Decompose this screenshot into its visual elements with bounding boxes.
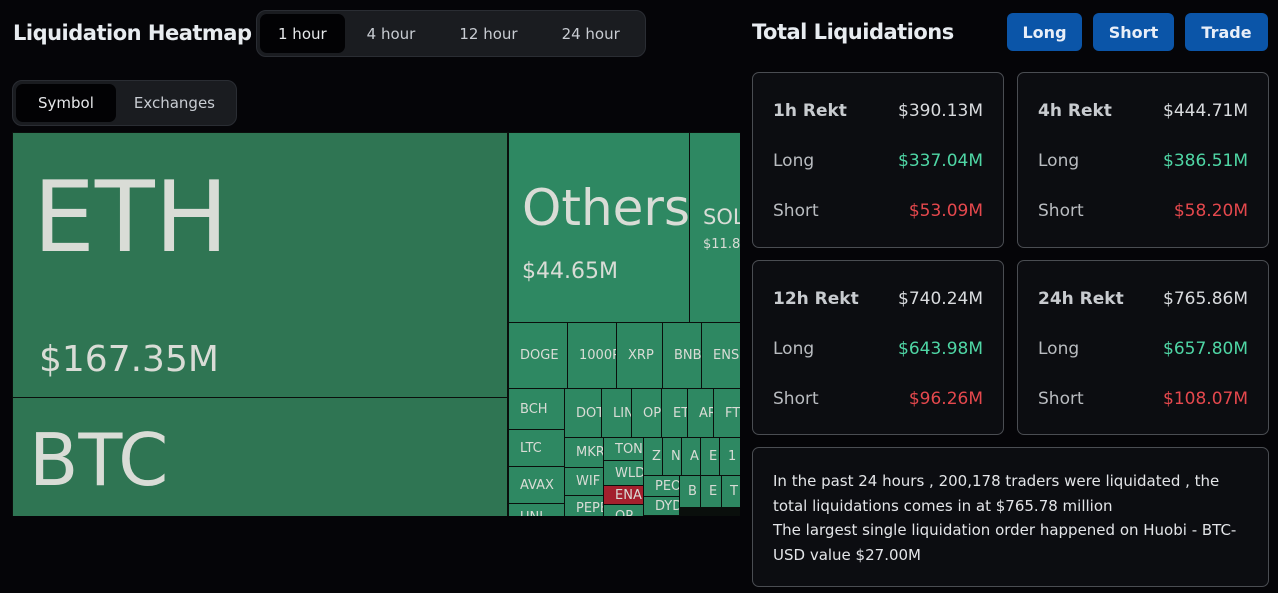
long-label: Long [1038, 339, 1080, 359]
short-label: Short [1038, 201, 1084, 221]
tile-eth[interactable]: ETH $167.35M [12, 132, 508, 398]
tab-24-hour[interactable]: 24 hour [540, 14, 642, 53]
long-value: $643.98M [898, 339, 983, 359]
long-value: $337.04M [898, 151, 983, 171]
short-value: $108.07M [1163, 389, 1248, 409]
tab-4-hour[interactable]: 4 hour [345, 14, 438, 53]
short-value: $96.26M [908, 389, 983, 409]
tile-doge[interactable]: DOGE [508, 322, 568, 389]
total-liquidations-title: Total Liquidations [752, 20, 954, 44]
summary-text-24h: In the past 24 hours , 200,178 traders w… [773, 472, 1220, 515]
long-value: $657.80M [1163, 339, 1248, 359]
tile-btc[interactable]: BTC [12, 397, 508, 516]
tile-op-2[interactable]: OP [603, 504, 644, 516]
tile-bnb[interactable]: BNB [662, 322, 702, 389]
tile-ena[interactable]: ENA [603, 485, 644, 505]
tile-n[interactable]: N [662, 437, 682, 476]
short-label: Short [773, 389, 819, 409]
short-label: Short [773, 201, 819, 221]
tile-ftm[interactable]: FTM [713, 388, 740, 438]
tab-12-hour[interactable]: 12 hour [437, 14, 539, 53]
rekt-card-12h: 12h Rekt $740.24M Long $643.98M Short $96.2… [752, 260, 1004, 435]
rekt-card-1h: 1h Rekt $390.13M Long $337.04M Short $53.09… [752, 72, 1004, 248]
tile-xrp[interactable]: XRP [616, 322, 663, 389]
tab-exchanges[interactable]: Exchanges [116, 84, 233, 122]
tile-wif[interactable]: WIF [564, 467, 604, 496]
tile-mkr[interactable]: MKR [564, 437, 604, 468]
tile-label: BTC [29, 418, 169, 502]
tile-op[interactable]: OP [631, 388, 662, 438]
tile-e-2[interactable]: E [700, 475, 722, 508]
rekt-card-4h: 4h Rekt $444.71M Long $386.51M Short $58.20… [1017, 72, 1269, 248]
tile-wld[interactable]: WLD [603, 460, 644, 486]
card-label: 12h Rekt [773, 289, 859, 309]
tile-link[interactable]: LINK [601, 388, 632, 438]
liquidation-summary: In the past 24 hours , 200,178 traders w… [752, 447, 1269, 587]
long-label: Long [773, 339, 815, 359]
tile-label: ETH [33, 161, 229, 275]
tile-value: $44.65M [522, 259, 618, 284]
tile-t[interactable]: T [721, 475, 740, 508]
card-total: $765.86M [1163, 289, 1248, 309]
tile-dot[interactable]: DOT [564, 388, 602, 438]
tile-value: $11.8 [703, 237, 740, 252]
tile-pepe[interactable]: PEPE [564, 495, 604, 516]
tile-others[interactable]: Others $44.65M [508, 132, 690, 323]
tile-ens[interactable]: ENS [701, 322, 740, 389]
tile-ton[interactable]: TON [603, 437, 644, 461]
tile-ltc[interactable]: LTC [508, 429, 565, 467]
long-value: $386.51M [1163, 151, 1248, 171]
tile-avax[interactable]: AVAX [508, 466, 565, 504]
long-button[interactable]: Long [1007, 13, 1082, 51]
tile-people[interactable]: PEO [643, 475, 680, 497]
short-button[interactable]: Short [1093, 13, 1174, 51]
card-label: 4h Rekt [1038, 101, 1112, 121]
tile-1[interactable]: 1 [719, 437, 740, 476]
card-label: 1h Rekt [773, 101, 847, 121]
short-label: Short [1038, 389, 1084, 409]
trade-button[interactable]: Trade [1185, 13, 1268, 51]
tile-label: Others [522, 179, 690, 237]
tile-uni[interactable]: UNI [508, 503, 565, 516]
tile-dydx[interactable]: DYD [643, 496, 680, 516]
tile-a[interactable]: A [681, 437, 701, 476]
card-total: $444.71M [1163, 101, 1248, 121]
tab-1-hour[interactable]: 1 hour [260, 14, 345, 53]
liquidation-treemap: ETH $167.35M BTC Others $44.65M SOL $11.… [12, 132, 740, 516]
summary-largest-order: The largest single liquidation order hap… [773, 521, 1237, 564]
card-total: $740.24M [898, 289, 983, 309]
tile-etc[interactable]: ETC [661, 388, 688, 438]
rekt-card-24h: 24h Rekt $765.86M Long $657.80M Short $108.… [1017, 260, 1269, 435]
tile-e[interactable]: E [700, 437, 720, 476]
short-value: $53.09M [908, 201, 983, 221]
long-label: Long [773, 151, 815, 171]
tile-value: $167.35M [39, 339, 219, 380]
tile-sol[interactable]: SOL $11.8 [689, 132, 740, 323]
time-range-tabs: 1 hour 4 hour 12 hour 24 hour [256, 10, 646, 57]
short-value: $58.20M [1173, 201, 1248, 221]
heatmap-title: Liquidation Heatmap [13, 21, 252, 45]
tab-symbol[interactable]: Symbol [16, 84, 116, 122]
tile-ar[interactable]: AR [687, 388, 714, 438]
tile-b[interactable]: B [679, 475, 701, 508]
view-tabs: Symbol Exchanges [12, 80, 237, 126]
tile-bch[interactable]: BCH [508, 388, 565, 430]
tile-z[interactable]: Z [643, 437, 663, 476]
tile-label: SOL [703, 205, 740, 229]
tile-1000p[interactable]: 1000P [567, 322, 617, 389]
card-label: 24h Rekt [1038, 289, 1124, 309]
long-label: Long [1038, 151, 1080, 171]
card-total: $390.13M [898, 101, 983, 121]
